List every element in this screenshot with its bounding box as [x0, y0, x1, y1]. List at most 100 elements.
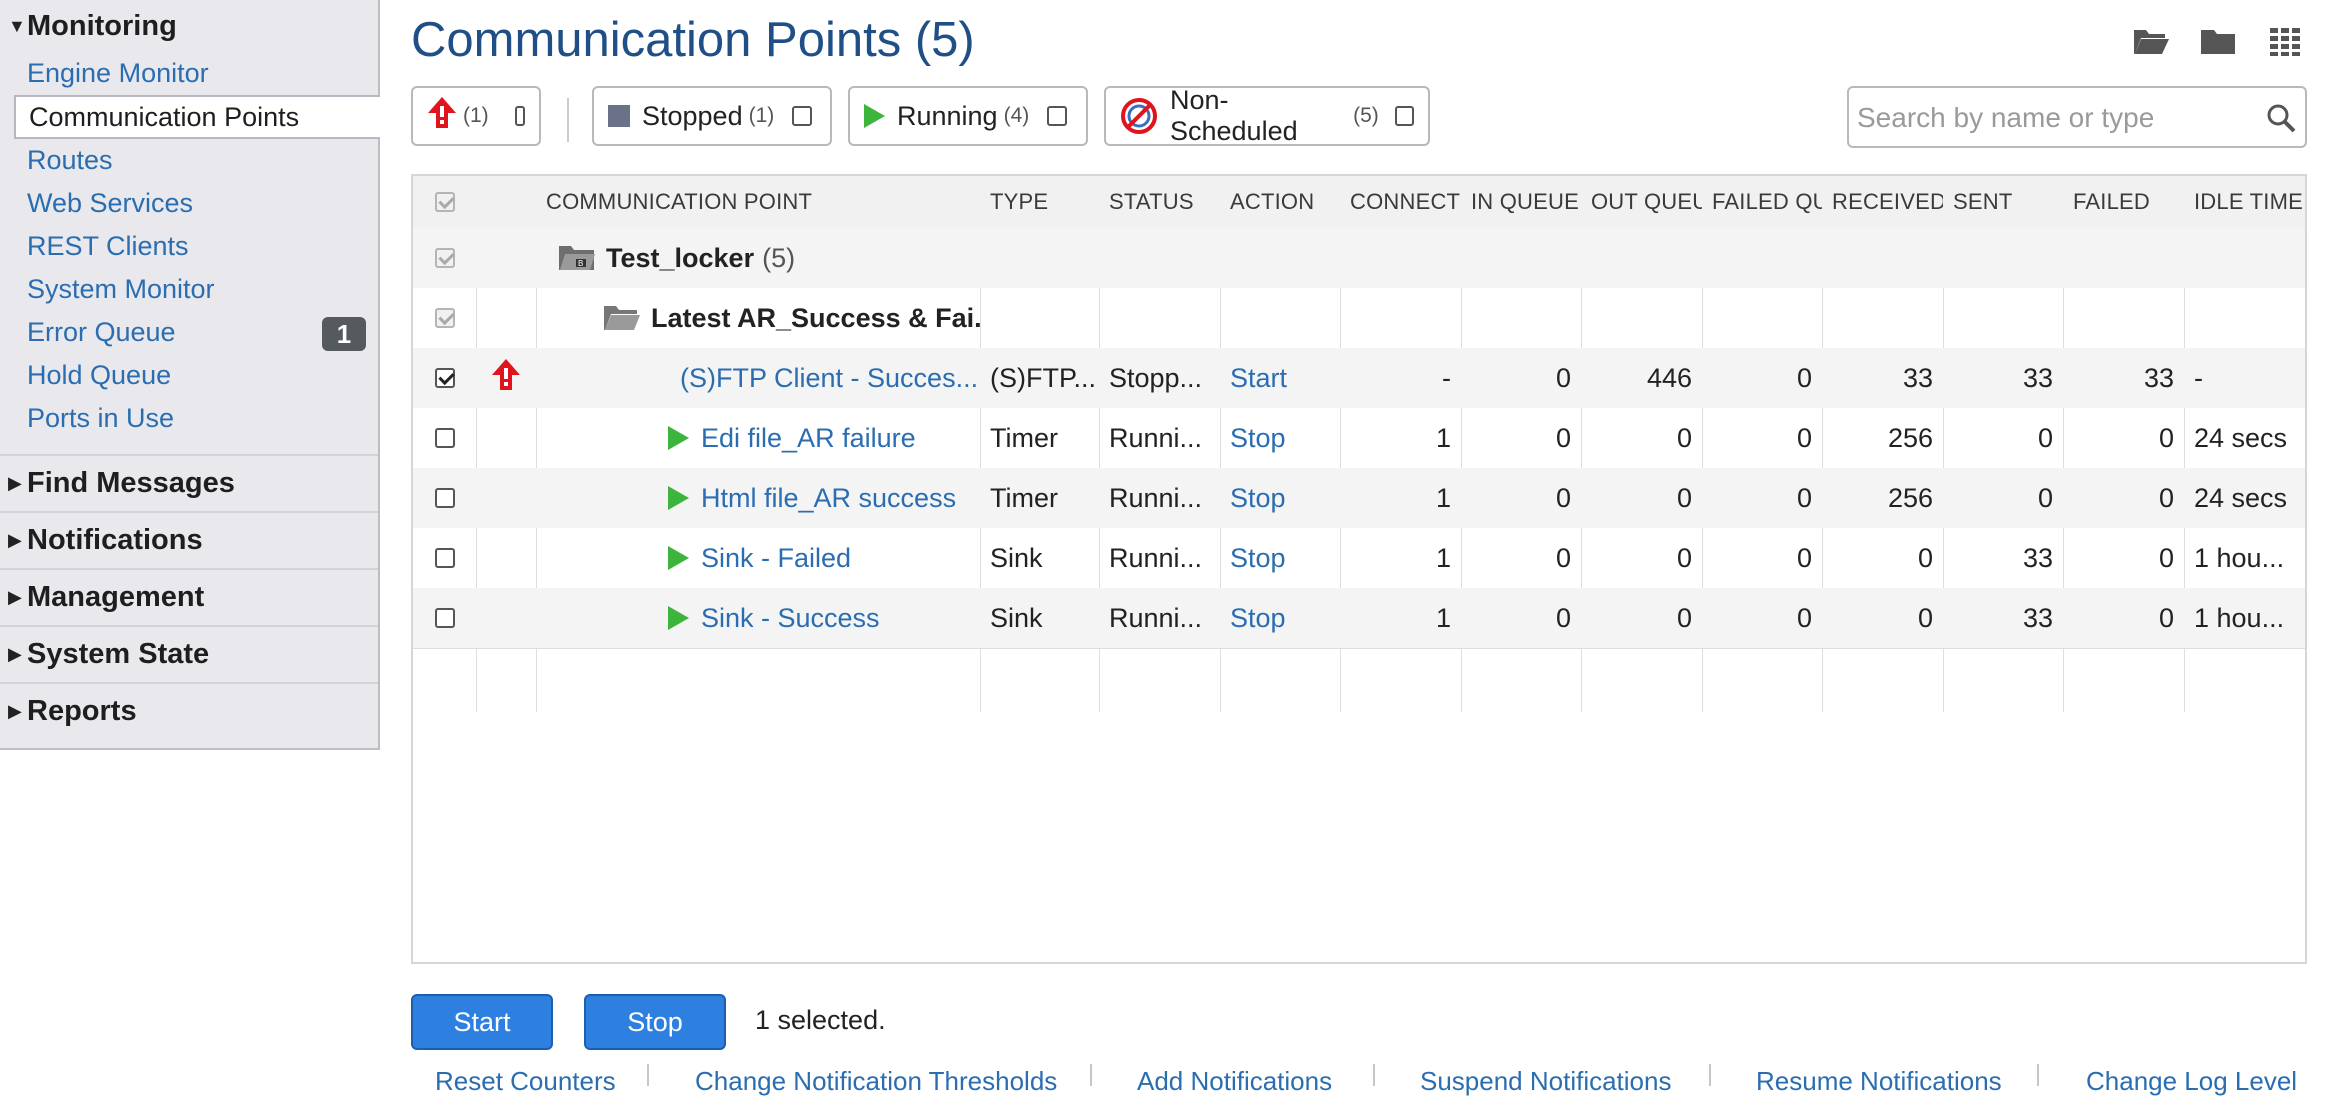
out-queue-cell: 0	[1676, 422, 1692, 453]
stop-action-link[interactable]: Stop	[1220, 528, 1340, 588]
out-queue-cell: 0	[1676, 482, 1692, 513]
row-select-cell	[413, 408, 476, 468]
select-all-checkbox[interactable]	[434, 192, 455, 212]
failed-cell: 0	[2158, 482, 2174, 513]
sidebar-section-label: Management	[27, 581, 205, 613]
group-name-cell[interactable]: Latest AR_Success & Fai...	[593, 288, 980, 348]
collapsed-caret-icon: ▶	[8, 644, 22, 664]
start-button[interactable]: Start	[411, 994, 553, 1050]
stop-button[interactable]: Stop	[584, 994, 726, 1050]
stop-action-link[interactable]: Stop	[1220, 468, 1340, 528]
sidebar-section-management[interactable]: ▶ Management	[0, 570, 378, 627]
table-row[interactable]: Edi file_AR failure Timer Runni... Stop …	[413, 408, 2305, 468]
change-log-level-link[interactable]: Change Log Level	[2086, 1066, 2297, 1097]
column-header-status[interactable]: STATUS	[1099, 176, 1220, 228]
reset-counters-link[interactable]: Reset Counters	[435, 1066, 616, 1097]
failed-queue-cell: 0	[1796, 362, 1812, 393]
search-icon[interactable]	[2265, 102, 2297, 139]
alert-icon[interactable]	[491, 358, 521, 399]
change-notification-thresholds-link[interactable]: Change Notification Thresholds	[695, 1066, 1057, 1097]
column-header-failed-queue[interactable]: FAILED QU	[1702, 176, 1822, 228]
group-checkbox[interactable]	[434, 308, 455, 328]
suspend-notifications-link[interactable]: Suspend Notifications	[1420, 1066, 1671, 1097]
row-select-cell	[413, 468, 476, 528]
sidebar-section-monitoring[interactable]: ▼ Monitoring	[0, 0, 378, 52]
group-name-cell[interactable]: B Test_locker (5)	[548, 228, 978, 288]
out-queue-cell: 0	[1676, 542, 1692, 573]
idle-time-cell: 24 secs	[2194, 422, 2288, 453]
sidebar-item-label: Hold Queue	[27, 360, 172, 390]
communication-point-link[interactable]: Edi file_AR failure	[701, 423, 916, 454]
add-notifications-link[interactable]: Add Notifications	[1137, 1066, 1332, 1097]
stop-action-link[interactable]: Stop	[1220, 408, 1340, 468]
group-count: (5)	[762, 242, 796, 273]
sidebar-item-hold-queue[interactable]: Hold Queue	[0, 354, 378, 397]
sidebar-section-notifications[interactable]: ▶ Notifications	[0, 513, 378, 570]
expanded-caret-icon: ▼	[8, 16, 26, 36]
table-row[interactable]: Sink - Failed Sink Runni... Stop 1 0 0 0…	[413, 528, 2305, 588]
status-cell: Stopp...	[1109, 362, 1203, 393]
column-header-type[interactable]: TYPE	[980, 176, 1099, 228]
filter-non-scheduled-checkbox[interactable]	[1394, 106, 1414, 126]
sidebar-item-ports-in-use[interactable]: Ports in Use	[0, 397, 378, 440]
filter-stopped-checkbox[interactable]	[792, 106, 813, 126]
table-row[interactable]: Html file_AR success Timer Runni... Stop…	[413, 468, 2305, 528]
sidebar-section-find-messages[interactable]: ▶ Find Messages	[0, 456, 378, 513]
idle-time-cell: -	[2194, 362, 2203, 393]
folder-icon[interactable]	[2198, 24, 2238, 58]
sidebar-item-label: System Monitor	[27, 274, 215, 304]
sidebar-item-error-queue[interactable]: Error Queue 1	[0, 311, 378, 354]
column-header-failed[interactable]: FAILED	[2063, 176, 2184, 228]
sidebar-item-rest-clients[interactable]: REST Clients	[0, 225, 378, 268]
column-header-sent[interactable]: SENT	[1943, 176, 2063, 228]
column-header-communication-point[interactable]: COMMUNICATION POINT	[536, 176, 980, 228]
sidebar-item-system-monitor[interactable]: System Monitor	[0, 268, 378, 311]
sidebar-section-system-state[interactable]: ▶ System State	[0, 627, 378, 684]
communication-point-link[interactable]: Sink - Success	[701, 603, 880, 634]
in-queue-cell: 0	[1555, 422, 1571, 453]
filter-running-checkbox[interactable]	[1047, 106, 1068, 126]
selection-status: 1 selected.	[755, 1005, 886, 1035]
communication-point-link[interactable]: (S)FTP Client - Succes...	[680, 363, 978, 394]
open-folder-icon[interactable]	[2131, 24, 2171, 58]
resume-notifications-link[interactable]: Resume Notifications	[1756, 1066, 2002, 1097]
search-input[interactable]	[1855, 94, 2259, 142]
failed-cell: 0	[2158, 422, 2174, 453]
communication-point-cell: (S)FTP Client - Succes...	[658, 348, 980, 408]
received-cell: 256	[1887, 482, 1933, 513]
grid-view-icon[interactable]	[2266, 24, 2306, 58]
communication-point-link[interactable]: Html file_AR success	[701, 483, 956, 514]
column-header-action[interactable]: ACTION	[1220, 176, 1340, 228]
table-row[interactable]: (S)FTP Client - Succes... (S)FTP... Stop…	[413, 348, 2305, 408]
column-header-idle-time[interactable]: IDLE TIME	[2184, 176, 2305, 228]
stop-action-link[interactable]: Stop	[1220, 588, 1340, 648]
row-checkbox[interactable]	[434, 548, 455, 568]
row-checkbox[interactable]	[434, 428, 455, 448]
open-folder-icon	[603, 303, 641, 333]
filter-stopped-label: Stopped	[642, 100, 743, 131]
row-checkbox[interactable]	[434, 608, 455, 628]
sidebar-item-routes[interactable]: Routes	[0, 139, 378, 182]
sidebar-section-reports[interactable]: ▶ Reports	[0, 684, 378, 739]
received-cell: 33	[1902, 362, 1933, 393]
row-checkbox[interactable]	[434, 488, 455, 508]
row-checkbox[interactable]	[434, 368, 455, 388]
connections-cell: 1	[1435, 482, 1451, 513]
group-checkbox[interactable]	[434, 248, 455, 268]
communication-point-link[interactable]: Sink - Failed	[701, 543, 851, 574]
filter-alert: (1)	[411, 86, 541, 146]
sidebar-section-label: Monitoring	[27, 10, 177, 42]
start-action-link[interactable]: Start	[1220, 348, 1340, 408]
column-header-in-queue[interactable]: IN QUEUE	[1461, 176, 1581, 228]
sidebar-item-engine-monitor[interactable]: Engine Monitor	[0, 52, 378, 95]
column-header-received[interactable]: RECEIVED	[1822, 176, 1943, 228]
failed-queue-cell: 0	[1796, 602, 1812, 633]
sidebar-item-web-services[interactable]: Web Services	[0, 182, 378, 225]
filter-non-scheduled-count: (5)	[1353, 104, 1379, 127]
column-header-connections[interactable]: CONNECTI	[1340, 176, 1461, 228]
table-row[interactable]: Sink - Success Sink Runni... Stop 1 0 0 …	[413, 588, 2305, 648]
column-header-out-queue[interactable]: OUT QUEU	[1581, 176, 1702, 228]
filter-alert-checkbox[interactable]	[514, 106, 525, 126]
sidebar-item-communication-points[interactable]: Communication Points	[14, 95, 380, 139]
idle-time-cell: 1 hou...	[2194, 542, 2285, 573]
